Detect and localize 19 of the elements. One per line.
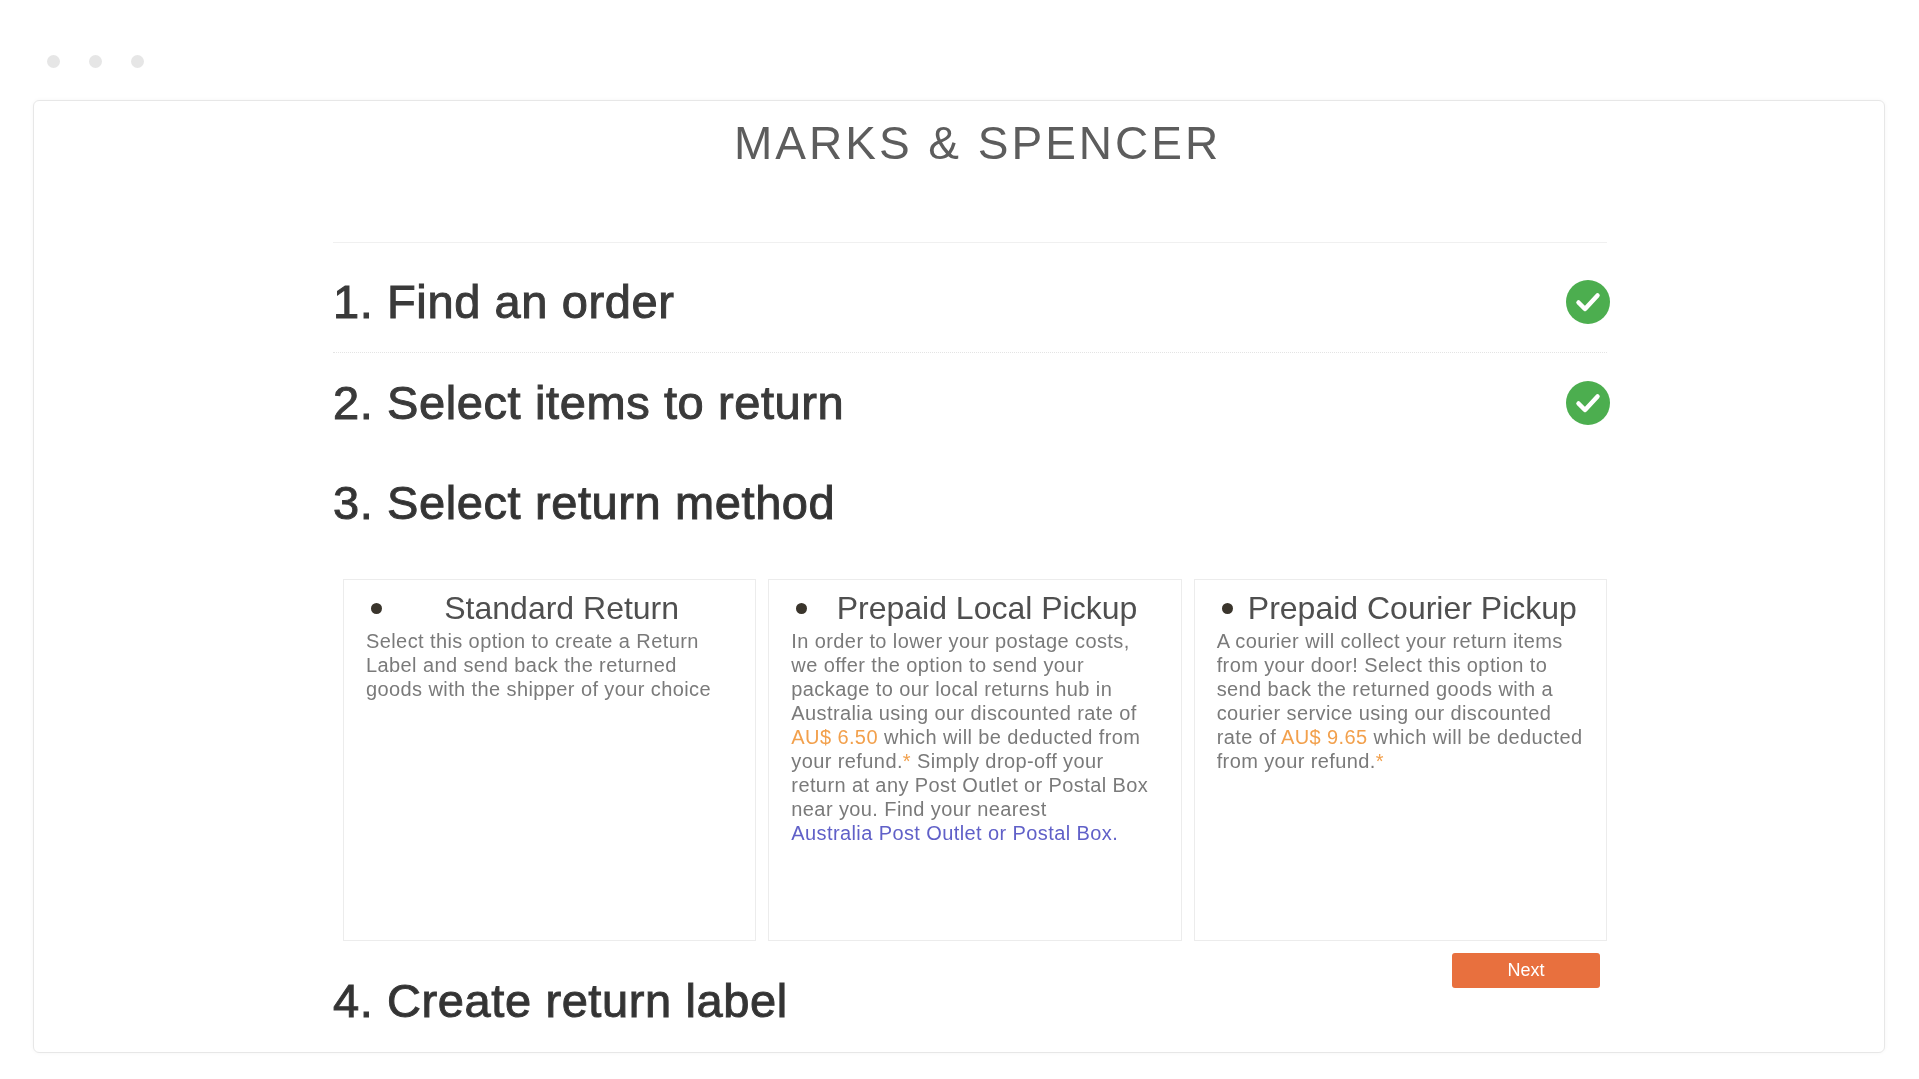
return-option-card[interactable] bbox=[1193, 579, 1607, 941]
option-title: Standard Return bbox=[443, 590, 681, 626]
step-heading: 2. Select items to return bbox=[333, 376, 845, 430]
radio-button[interactable] bbox=[796, 602, 808, 614]
option-description: Select this option to create a Return Label and send back the returned goods with the shipper of your choice bbox=[366, 629, 712, 701]
step-heading: 3. Select return method bbox=[333, 476, 836, 530]
post-outlet-link[interactable]: Australia Post Outlet or Postal Box. bbox=[791, 822, 1119, 844]
option-description: A courier will collect your return items from your door! Select this option to send back the returned goods with a courier service using our discounted rate of AU$ 9.65 which will be deducted from your refund.* bbox=[1216, 629, 1584, 773]
step-heading: 1. Find an order bbox=[333, 275, 675, 329]
option-description: In order to lower your postage costs, we offer the option to send your package to our local returns hub in Australia using our discounted rate of AU$ 6.50 which will be deducted from your refund.* Simply drop-off your return at any Post Outlet or Postal Box near you. Find your nearest Australia Post Outlet or Postal Box. bbox=[791, 629, 1150, 845]
step-heading: 4. Create return label bbox=[333, 974, 788, 1028]
radio-button[interactable] bbox=[371, 602, 382, 614]
return-option-card[interactable]: Standard Return Select this option to create a Return Label and send back the returned goods with the shipper of your choice bbox=[343, 579, 757, 941]
option-title: Prepaid Courier Pickup bbox=[1246, 590, 1578, 626]
next-button[interactable]: Next bbox=[1452, 953, 1600, 988]
radio-button[interactable] bbox=[1221, 602, 1233, 614]
return-option-card[interactable] bbox=[768, 579, 1182, 941]
brand-logo: MARKS & SPENCER bbox=[734, 116, 1222, 171]
option-title: Prepaid Local Pickup bbox=[835, 590, 1139, 626]
